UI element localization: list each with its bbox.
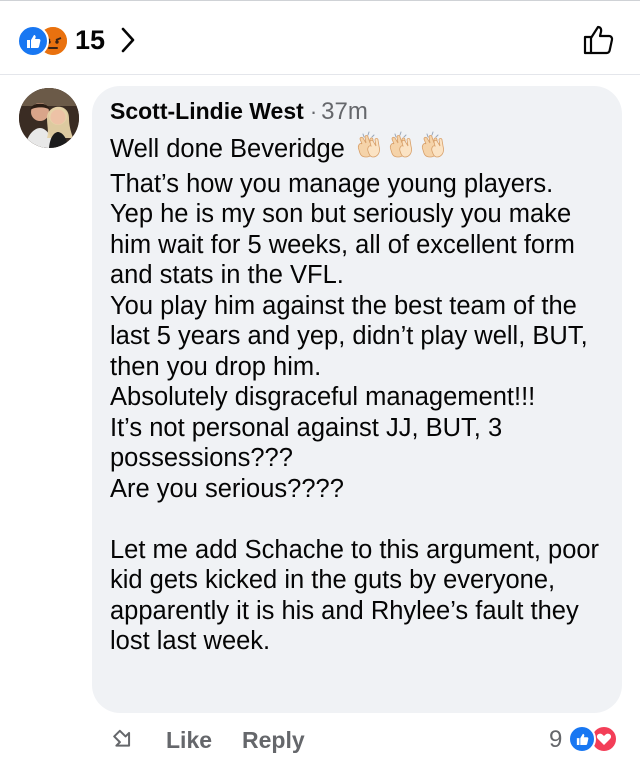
comment-line: That’s how you manage young players. xyxy=(110,169,554,198)
clapping-hands-icon xyxy=(354,131,384,169)
clapping-hands-icon xyxy=(418,131,448,169)
separator-dot: · xyxy=(309,99,318,124)
comment-timestamp[interactable]: 37m xyxy=(321,98,368,125)
comment-line: Well done Beveridge xyxy=(110,131,610,169)
reaction-count[interactable]: 15 xyxy=(75,25,105,55)
reply-arrow-icon[interactable] xyxy=(108,726,136,759)
comment-reaction-count[interactable]: 9 xyxy=(549,726,562,754)
reply-button[interactable]: Reply xyxy=(242,727,305,754)
comment-line: Absolutely disgraceful management!!! xyxy=(110,383,536,411)
comment-line: You play him against the best team of th… xyxy=(110,291,595,381)
avatar[interactable] xyxy=(19,88,79,148)
comment-actions: Like Reply 9 xyxy=(0,722,640,758)
like-button[interactable]: Like xyxy=(166,727,212,754)
comment-line: Are you serious???? xyxy=(110,474,344,503)
comment-blank-line xyxy=(110,504,610,535)
comment-line: It’s not personal against JJ, BUT, 3 pos… xyxy=(110,413,510,473)
like-reaction-icon xyxy=(17,25,49,57)
thumbs-up-outline-icon[interactable] xyxy=(582,23,616,62)
comment-author[interactable]: Scott-Lindie West xyxy=(110,98,304,124)
comment-header: Scott-Lindie West · 37m xyxy=(110,98,368,128)
comment-text: Well done Beveridge That’s how you manag… xyxy=(110,131,610,657)
like-reaction-icon[interactable] xyxy=(568,725,596,753)
chevron-right-icon[interactable] xyxy=(119,24,137,61)
clapping-hands-icon xyxy=(386,131,416,169)
comment-line: Yep he is my son but seriously you make … xyxy=(110,200,582,289)
reactions-header: 15 xyxy=(0,0,640,75)
comment-line: Let me add Schache to this argument, poo… xyxy=(110,535,607,656)
reaction-summary[interactable] xyxy=(17,25,69,57)
